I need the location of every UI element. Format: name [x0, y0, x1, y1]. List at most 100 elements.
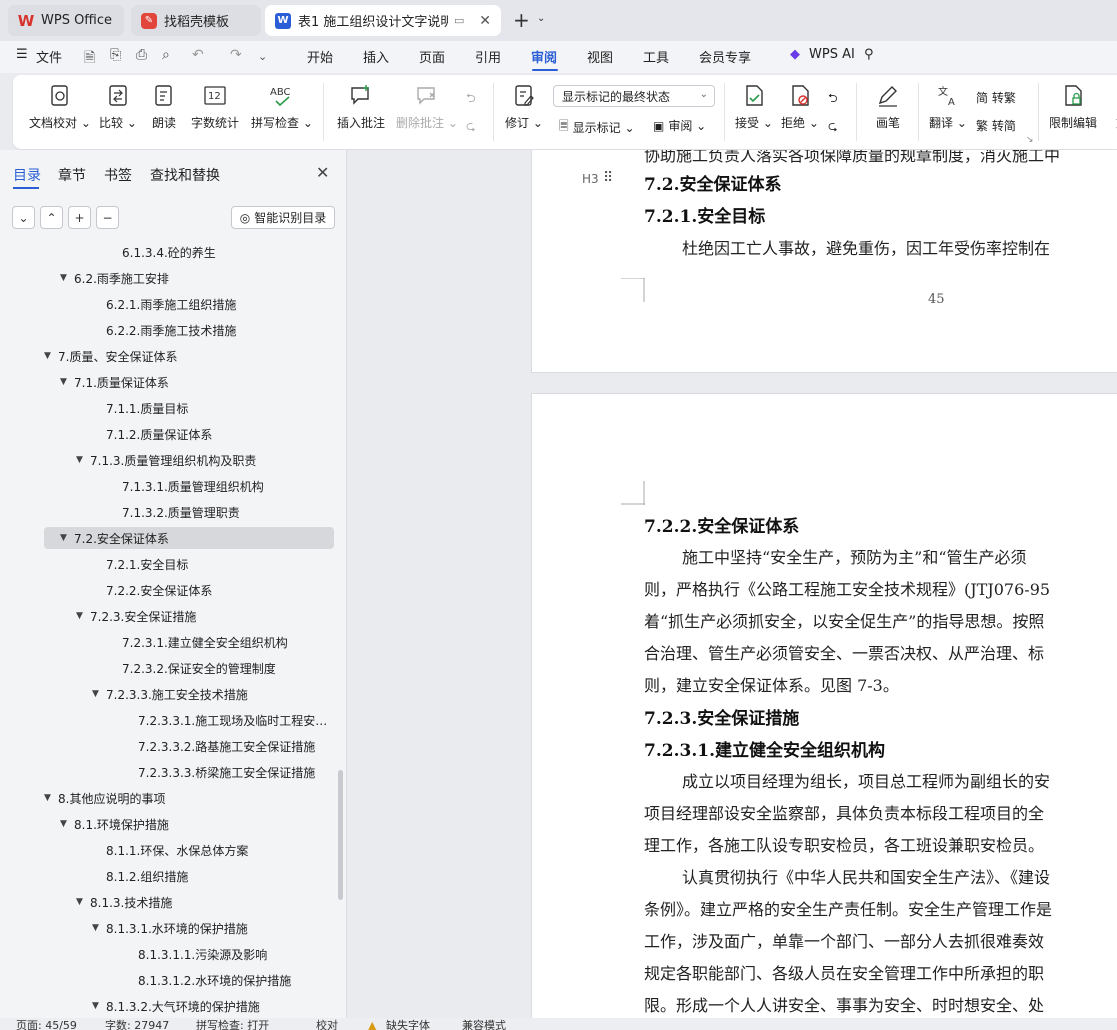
toc-item[interactable]: 7.2.3.3.3.桥梁施工安全保证措施: [44, 761, 334, 783]
toc-item[interactable]: 7.2.3.3.2.路基施工安全保证措施: [44, 735, 334, 757]
sidebar-scrollbar[interactable]: [338, 770, 343, 900]
menu-page[interactable]: 页面: [419, 47, 445, 66]
toc-item[interactable]: ▼ 7.1.质量保证体系: [44, 371, 334, 393]
delete-comment-button[interactable]: 删除批注 ⌄: [396, 83, 458, 131]
expand-group-icon[interactable]: ↘: [1026, 135, 1034, 145]
expand-arrow-icon[interactable]: ▼: [92, 689, 106, 699]
expand-arrow-icon[interactable]: ▼: [76, 611, 90, 621]
tab-document[interactable]: W 表1 施工组织设计文字说明.docx ▭ ✕: [265, 5, 501, 36]
doc-permission-button[interactable]: 文: [1109, 83, 1117, 131]
menu-file[interactable]: 文件: [36, 47, 62, 66]
toc-item[interactable]: 8.1.1.环保、水保总体方案: [44, 839, 334, 861]
toc-item[interactable]: ▼ 8.1.3.1.水环境的保护措施: [44, 917, 334, 939]
toc-item[interactable]: 6.2.1.雨季施工组织措施: [44, 293, 334, 315]
toc-item[interactable]: 7.2.2.安全保证体系: [44, 579, 334, 601]
next-change-icon[interactable]: ⮎: [828, 117, 838, 138]
toc-item[interactable]: 6.2.2.雨季施工技术措施: [44, 319, 334, 341]
to-traditional-button[interactable]: 简 转繁: [976, 89, 1016, 106]
toc-item[interactable]: 8.1.3.1.1.污染源及影响: [44, 943, 334, 965]
reject-button[interactable]: 拒绝 ⌄: [781, 83, 819, 131]
markup-mode-select[interactable]: 显示标记的最终状态 ⌄: [553, 85, 715, 107]
toc-item[interactable]: 7.1.3.2.质量管理职责: [44, 501, 334, 523]
menu-view[interactable]: 视图: [587, 47, 613, 66]
tab-template[interactable]: ✎ 找稻壳模板: [131, 5, 261, 36]
doc-check-button[interactable]: 文档校对 ⌄: [29, 83, 91, 131]
review-pane-button[interactable]: ▣ 审阅 ⌄: [653, 117, 706, 134]
toc-item[interactable]: ▼ 8.其他应说明的事项: [44, 787, 334, 809]
toc-item[interactable]: ▼ 8.1.环境保护措施: [44, 813, 334, 835]
menu-member[interactable]: 会员专享: [699, 47, 751, 66]
expand-arrow-icon[interactable]: ▼: [60, 819, 74, 829]
smart-toc-button[interactable]: ◎ 智能识别目录: [231, 206, 335, 229]
hamburger-icon[interactable]: ☰: [16, 47, 28, 62]
tab-sections[interactable]: 章节: [58, 165, 86, 185]
toc-item[interactable]: 8.1.3.1.2.水环境的保护措施: [44, 969, 334, 991]
toc-item[interactable]: 7.1.2.质量保证体系: [44, 423, 334, 445]
next-comment-icon[interactable]: ⮎: [466, 117, 476, 138]
toc-item[interactable]: 7.2.3.1.建立健全安全组织机构: [44, 631, 334, 653]
toc-item[interactable]: ▼ 7.2.3.安全保证措施: [44, 605, 334, 627]
spell-check-status[interactable]: 拼写检查: 打开: [196, 1019, 269, 1030]
toc-item[interactable]: 8.1.2.组织措施: [44, 865, 334, 887]
toc-item[interactable]: ▼ 7.2.3.3.施工安全技术措施: [44, 683, 334, 705]
read-aloud-button[interactable]: 朗读: [151, 83, 177, 131]
pen-button[interactable]: 画笔: [875, 83, 901, 131]
toc-item[interactable]: 7.2.3.3.1.施工现场及临时工程安全保证措施: [44, 709, 334, 731]
accept-button[interactable]: 接受 ⌄: [735, 83, 773, 131]
toc-item[interactable]: ▼ 7.质量、安全保证体系: [44, 345, 334, 367]
expand-arrow-icon[interactable]: ▼: [92, 923, 106, 933]
save-icon[interactable]: 🗎: [84, 47, 95, 71]
redo-icon[interactable]: ↷: [230, 47, 242, 63]
new-tab-icon[interactable]: +: [513, 10, 530, 30]
show-markup-button[interactable]: 🗏 显示标记 ⌄: [559, 117, 635, 138]
expand-arrow-icon[interactable]: ▼: [60, 377, 74, 387]
prev-change-icon[interactable]: ⮌: [828, 89, 838, 110]
document-canvas[interactable]: 协助施工负责人落实各项保障质量的规章制度，消灭施工中 H3 ⠿ 7.2.安全保证…: [348, 150, 1117, 1018]
monitor-icon[interactable]: ▭: [454, 14, 464, 27]
close-icon[interactable]: ✕: [316, 163, 329, 182]
tab-find-replace[interactable]: 查找和替换: [150, 165, 220, 185]
print-preview-icon[interactable]: ⌕: [162, 47, 170, 63]
menu-tools[interactable]: 工具: [643, 47, 669, 66]
add-heading-button[interactable]: +: [68, 206, 91, 229]
tab-toc[interactable]: 目录: [13, 165, 41, 185]
insert-comment-button[interactable]: 插入批注: [337, 83, 385, 131]
collapse-up-button[interactable]: ⌃: [40, 206, 63, 229]
expand-arrow-icon[interactable]: ▼: [76, 897, 90, 907]
track-changes-button[interactable]: 修订 ⌄: [505, 83, 543, 131]
expand-arrow-icon[interactable]: ▼: [44, 793, 58, 803]
toc-item[interactable]: ▼ 6.2.雨季施工安排: [44, 267, 334, 289]
toc-item[interactable]: ▼ 7.2.安全保证体系: [44, 527, 334, 549]
remove-heading-button[interactable]: −: [96, 206, 119, 229]
menu-review[interactable]: 审阅: [531, 47, 557, 66]
menu-start[interactable]: 开始: [307, 47, 333, 66]
expand-arrow-icon[interactable]: ▼: [60, 533, 74, 543]
chevron-down-icon[interactable]: ⌄: [537, 13, 545, 24]
proof-status[interactable]: 校对: [316, 1019, 338, 1030]
search-icon[interactable]: ⚲: [864, 47, 874, 62]
toc-item[interactable]: 7.1.1.质量目标: [44, 397, 334, 419]
missing-font-status[interactable]: 缺失字体: [386, 1019, 430, 1030]
tab-bookmarks[interactable]: 书签: [104, 165, 132, 185]
page-indicator[interactable]: 页面: 45/59: [16, 1019, 77, 1030]
expand-arrow-icon[interactable]: ▼: [76, 455, 90, 465]
toc-item[interactable]: 6.1.3.4.砼的养生: [44, 241, 334, 263]
menu-insert[interactable]: 插入: [363, 47, 389, 66]
print-icon[interactable]: ⎙: [136, 47, 147, 63]
spell-check-button[interactable]: ABC 拼写检查 ⌄: [251, 83, 313, 131]
restrict-edit-button[interactable]: 限制编辑: [1049, 83, 1097, 131]
to-simplified-button[interactable]: 繁 转简: [976, 117, 1016, 134]
drag-handle-icon[interactable]: ⠿: [603, 170, 613, 186]
expand-arrow-icon[interactable]: ▼: [60, 273, 74, 283]
translate-button[interactable]: 文A 翻译 ⌄: [929, 83, 967, 131]
export-icon[interactable]: ⎘: [110, 47, 121, 63]
toc-item[interactable]: ▼ 7.1.3.质量管理组织机构及职责: [44, 449, 334, 471]
expand-down-button[interactable]: ⌄: [12, 206, 35, 229]
menu-wps-ai[interactable]: WPS AI: [809, 47, 855, 62]
toc-item[interactable]: ▼ 8.1.3.2.大气环境的保护措施: [44, 995, 334, 1017]
compare-button[interactable]: 比较 ⌄: [99, 83, 137, 131]
chevron-down-icon[interactable]: ⌄: [258, 50, 267, 63]
expand-arrow-icon[interactable]: ▼: [44, 351, 58, 361]
word-count-button[interactable]: 12 字数统计: [191, 83, 239, 131]
tab-wps-office[interactable]: W WPS Office: [8, 5, 124, 36]
